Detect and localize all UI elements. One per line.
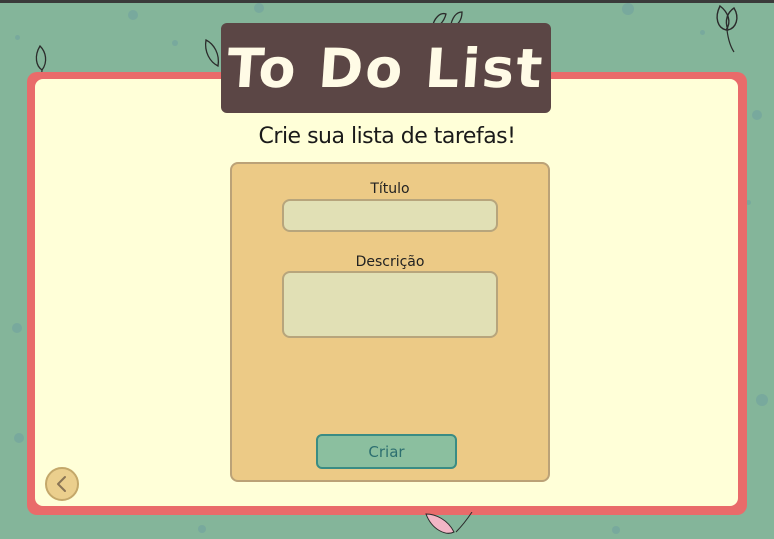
description-input[interactable] xyxy=(282,271,498,338)
background-dot xyxy=(172,40,178,46)
app-title: To Do List xyxy=(225,36,547,100)
background-dot xyxy=(622,3,634,15)
background-dot xyxy=(752,110,762,120)
leaf-icon xyxy=(716,4,738,53)
flower-icon xyxy=(425,512,473,534)
background-dot xyxy=(756,394,768,406)
back-button[interactable] xyxy=(45,467,79,501)
create-button[interactable]: Criar xyxy=(316,434,457,469)
background-dot xyxy=(14,433,24,443)
chevron-left-icon xyxy=(57,476,66,492)
background-dot xyxy=(254,3,264,13)
background-dot xyxy=(612,526,620,534)
background-dot xyxy=(700,30,705,35)
background-dot xyxy=(12,323,22,333)
title-field-label: Título xyxy=(370,181,410,197)
background-dot xyxy=(198,525,206,533)
app-title-banner: To Do List xyxy=(221,23,551,113)
title-input[interactable] xyxy=(282,199,498,232)
description-field-label: Descrição xyxy=(355,254,425,270)
background-dot xyxy=(15,35,20,40)
page-subtitle: Crie sua lista de tarefas! xyxy=(258,124,516,149)
window-top-edge xyxy=(0,0,774,3)
background-dot xyxy=(128,10,138,20)
